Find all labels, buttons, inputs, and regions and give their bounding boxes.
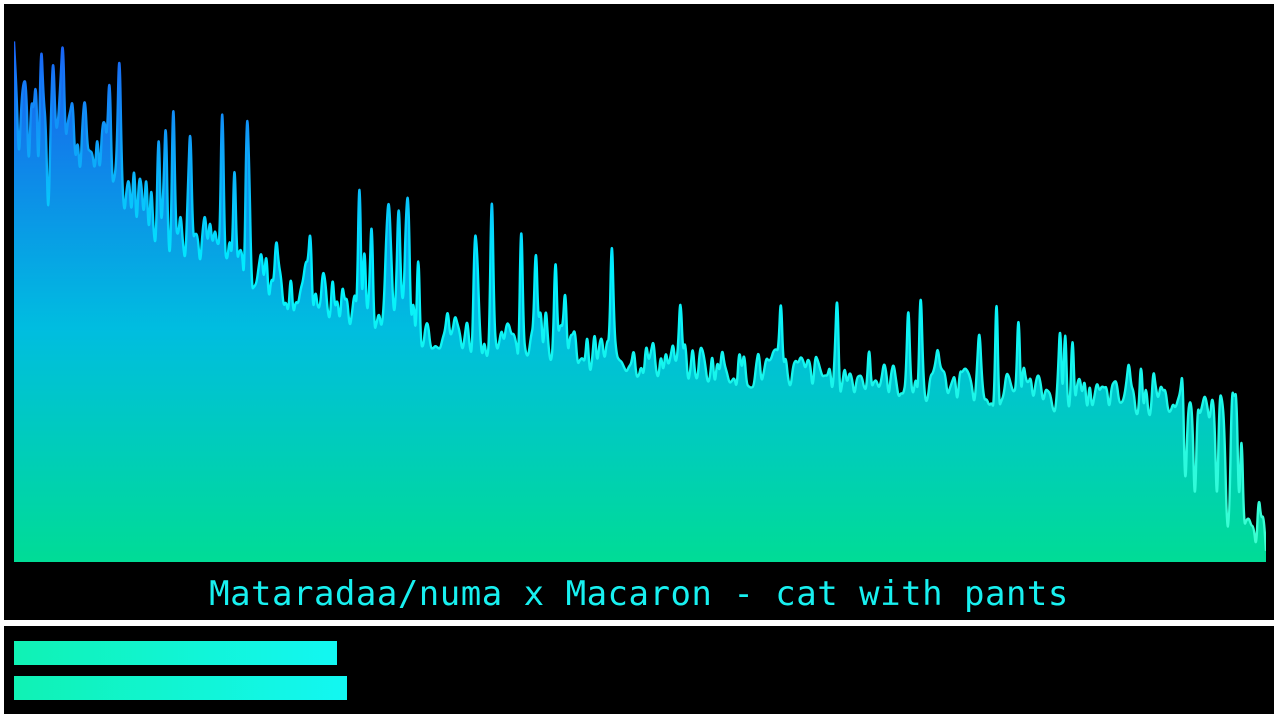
level-meter-panel <box>4 626 1274 714</box>
spectrum-visualizer <box>14 41 1266 562</box>
spectrum-area <box>14 41 1266 562</box>
spectrum-panel: Mataradaa/numa x Macaron - cat with pant… <box>4 4 1274 620</box>
song-title: Mataradaa/numa x Macaron - cat with pant… <box>209 574 1069 614</box>
level-bar-left <box>14 641 337 665</box>
level-bar-right <box>14 676 347 700</box>
